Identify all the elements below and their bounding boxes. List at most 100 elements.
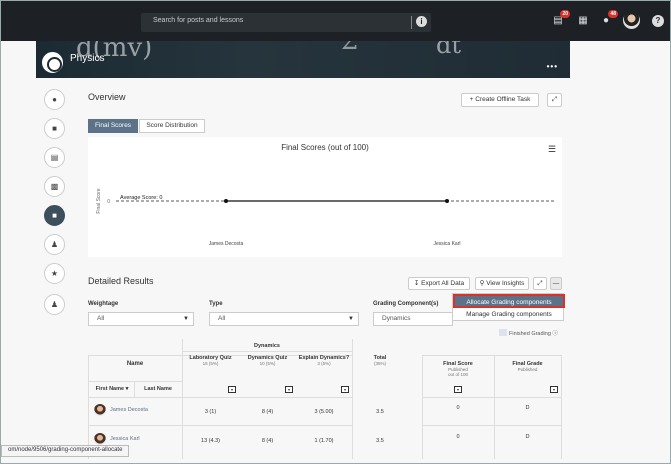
- expand-icon[interactable]: ⤢: [533, 277, 547, 290]
- last-name-sort[interactable]: Last Name: [136, 386, 180, 392]
- create-offline-task-button[interactable]: + Create Offline Task: [461, 93, 539, 107]
- expand-icon[interactable]: ⤢: [547, 93, 562, 107]
- info-icon[interactable]: i: [416, 16, 427, 27]
- data-point: [224, 199, 228, 203]
- sort-icon[interactable]: ▾: [228, 386, 236, 393]
- notifications-icon[interactable]: ● 48: [600, 10, 618, 27]
- chevron-down-icon: ▼: [183, 316, 189, 322]
- group-header-dynamics: Dynamics: [254, 343, 280, 349]
- export-all-data-label: Export All Data: [421, 280, 465, 287]
- export-all-data-button[interactable]: ↧ Export All Data: [408, 277, 470, 290]
- dynamics-quiz-cell[interactable]: 8 (4): [239, 409, 296, 415]
- weightage-select[interactable]: All ▼: [88, 312, 194, 326]
- sort-icon[interactable]: ▾: [454, 386, 462, 393]
- name-header: Name: [126, 361, 144, 367]
- final-grade-cell: D: [525, 434, 530, 440]
- results-table: Dynamics Name First Name ▾ Last Name Lab…: [88, 339, 562, 459]
- info-icon: ⓘ: [552, 331, 558, 337]
- grading-actions-menu: Allocate Grading components Manage Gradi…: [452, 293, 565, 321]
- total-cell: 3.5: [376, 409, 384, 415]
- weightage-label: Weightage: [88, 301, 119, 307]
- divider: [134, 381, 135, 397]
- sidebar-user-icon[interactable]: ♟: [44, 234, 65, 255]
- divider: [88, 397, 352, 398]
- notifications-badge: 48: [608, 10, 618, 18]
- grading-components-label: Grading Component(s): [373, 301, 439, 307]
- tab-score-distribution[interactable]: Score Distribution: [139, 119, 205, 133]
- sidebar-badges-icon[interactable]: ★: [44, 263, 65, 284]
- course-banner: d(mv) Σ dt Physics •••: [36, 41, 570, 78]
- avatar: [94, 404, 106, 416]
- explain-dynamics-cell[interactable]: 3 (5.00): [296, 409, 352, 415]
- view-insights-button[interactable]: ⚲ View Insights: [475, 277, 529, 290]
- search-input[interactable]: Search for posts and lessons: [153, 17, 243, 24]
- chart-plot: Final Score 0 Average Score: 0 James Decost…: [96, 188, 554, 247]
- more-menu-button[interactable]: —: [550, 277, 562, 290]
- col-sub: 10 (5%): [259, 361, 276, 366]
- sidebar-discussion-icon[interactable]: ●: [44, 89, 65, 110]
- final-scores-chart: Final Scores (out of 100) ☰ Final Score 0…: [88, 137, 562, 257]
- explain-dynamics-cell[interactable]: 1 (1.70): [296, 438, 352, 444]
- dynamics-quiz-cell[interactable]: 8 (4): [239, 438, 296, 444]
- first-name-sort[interactable]: First Name ▾: [90, 386, 134, 392]
- updates-badge: 20: [560, 10, 570, 18]
- col-sub: out of 100: [447, 372, 469, 377]
- course-logo: [40, 50, 65, 75]
- divider: [88, 355, 89, 459]
- calendar-icon[interactable]: ▦: [577, 15, 589, 27]
- final-grade-header: Final Grade Published: [494, 361, 561, 372]
- col-sub: (35%): [373, 361, 386, 366]
- allocate-grading-components-item[interactable]: Allocate Grading components: [453, 294, 565, 308]
- divider: [561, 355, 562, 459]
- user-avatar[interactable]: [623, 12, 640, 29]
- student-name-link[interactable]: Jessica Karl: [110, 436, 140, 442]
- finished-grading-label: Finished Grading: [509, 331, 551, 337]
- sidebar-gradebook-icon[interactable]: ▤: [44, 147, 65, 168]
- search-divider: [411, 16, 412, 29]
- col-sub: 15 (5%): [202, 361, 219, 366]
- final-score-cell: 0: [456, 405, 460, 411]
- app-window: Search for posts and lessons i ▤ 20 ▦ ● 48…: [0, 0, 671, 464]
- total-cell: 3.5: [376, 438, 384, 444]
- finished-grading-swatch: [499, 329, 507, 336]
- overview-heading: Overview: [88, 92, 126, 102]
- more-options-icon[interactable]: •••: [547, 62, 558, 71]
- view-insights-label: View Insights: [486, 280, 525, 287]
- chevron-down-icon: ▼: [348, 316, 354, 322]
- lab-quiz-cell[interactable]: 13 (4.3): [182, 438, 239, 444]
- col-explain-dynamics-header: Explain Dynamics? 3 (5%): [296, 355, 352, 366]
- y-axis-label: Final Score: [96, 188, 102, 214]
- divider: [88, 425, 352, 426]
- x-tick-label: Jessica Karl: [434, 241, 461, 247]
- data-point: [445, 199, 449, 203]
- help-icon[interactable]: ?: [652, 15, 664, 27]
- divider: [422, 397, 562, 398]
- sidebar-folder-icon[interactable]: ■: [44, 118, 65, 139]
- grading-components-select[interactable]: Dynamics: [373, 312, 453, 326]
- average-label: Average Score: 0: [120, 195, 162, 201]
- manage-grading-components-item[interactable]: Manage Grading components: [453, 309, 565, 321]
- type-value: All: [218, 315, 226, 322]
- status-bar-url: om/node/9506/grading-component-allocate: [1, 445, 130, 457]
- grading-components-value: Dynamics: [382, 315, 411, 322]
- sort-icon[interactable]: ▾: [341, 386, 349, 393]
- sort-icon[interactable]: ▾: [285, 386, 293, 393]
- sidebar-analytics-icon[interactable]: ▩: [44, 176, 65, 197]
- type-select[interactable]: All ▼: [209, 312, 359, 326]
- sidebar-grades-icon[interactable]: ■: [44, 205, 65, 226]
- search-bar[interactable]: Search for posts and lessons i: [141, 13, 431, 32]
- col-dynamics-quiz-header: Dynamics Quiz 10 (5%): [239, 355, 296, 366]
- divider: [422, 355, 562, 356]
- lab-quiz-cell[interactable]: 3 (1): [182, 409, 239, 415]
- updates-icon[interactable]: ▤ 20: [552, 10, 570, 27]
- sidebar-members-icon[interactable]: ♟: [44, 294, 65, 315]
- finished-grading-legend: Finished Grading ⓘ: [509, 329, 558, 337]
- type-label: Type: [209, 301, 223, 307]
- final-grade-cell: D: [525, 405, 530, 411]
- x-tick-label: James Decosta: [209, 241, 244, 247]
- student-name-link[interactable]: James Decosta: [110, 407, 148, 413]
- sort-icon[interactable]: ▾: [550, 386, 558, 393]
- tab-final-scores[interactable]: Final Scores: [88, 119, 138, 133]
- final-score-header: Final Score Published out of 100: [422, 361, 494, 377]
- top-navbar: Search for posts and lessons i ▤ 20 ▦ ● 48…: [1, 1, 670, 41]
